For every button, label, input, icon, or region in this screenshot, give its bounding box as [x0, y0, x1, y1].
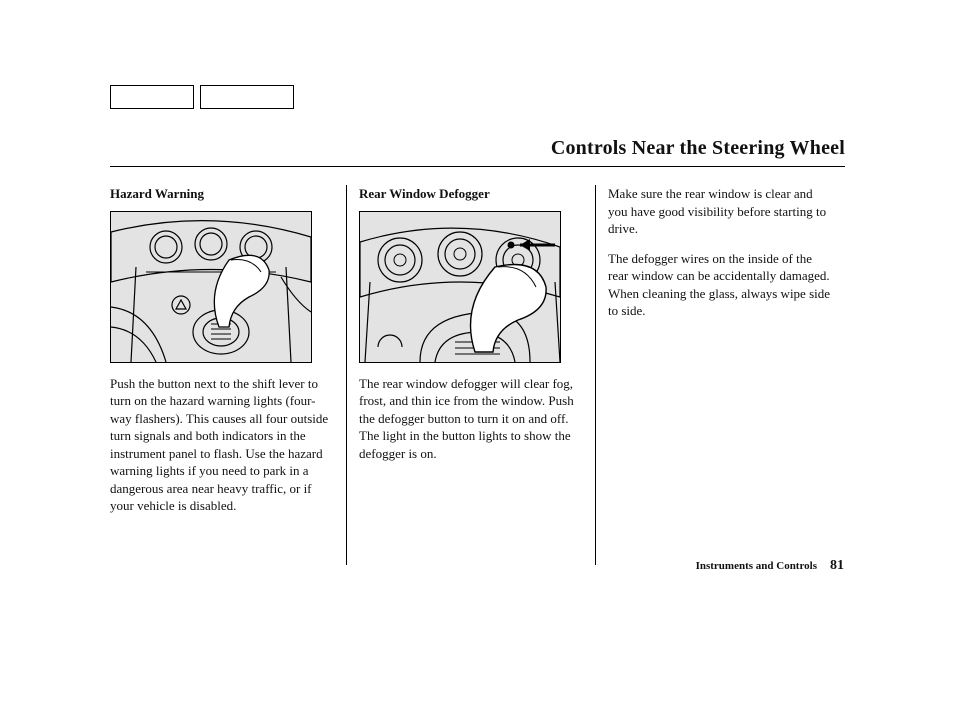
header-box-1 [110, 85, 194, 109]
hazard-warning-illustration [110, 211, 312, 363]
hazard-warning-heading: Hazard Warning [110, 185, 334, 203]
dashboard-gear-shift-defogger-icon [360, 212, 560, 362]
footer-page-number: 81 [830, 558, 844, 573]
visibility-paragraph: Make sure the rear window is clear and y… [608, 185, 832, 238]
title-rule [110, 166, 845, 167]
header-box-2 [200, 85, 294, 109]
rear-defogger-illustration [359, 211, 561, 363]
rear-defogger-paragraph: The rear window defogger will clear fog,… [359, 375, 583, 463]
column-3: Make sure the rear window is clear and y… [596, 185, 832, 565]
header-placeholder-boxes [110, 85, 845, 109]
column-2: Rear Window Defogger [347, 185, 595, 565]
hazard-warning-paragraph: Push the button next to the shift lever … [110, 375, 334, 515]
page-footer: Instruments and Controls 81 [696, 558, 844, 574]
page-title: Controls Near the Steering Wheel [110, 137, 845, 160]
dashboard-gear-shift-hazard-icon [111, 212, 311, 362]
rear-defogger-heading: Rear Window Defogger [359, 185, 583, 203]
footer-section-label: Instruments and Controls [696, 560, 817, 572]
defogger-wires-paragraph: The defogger wires on the inside of the … [608, 250, 832, 320]
column-1: Hazard Warning [110, 185, 346, 565]
